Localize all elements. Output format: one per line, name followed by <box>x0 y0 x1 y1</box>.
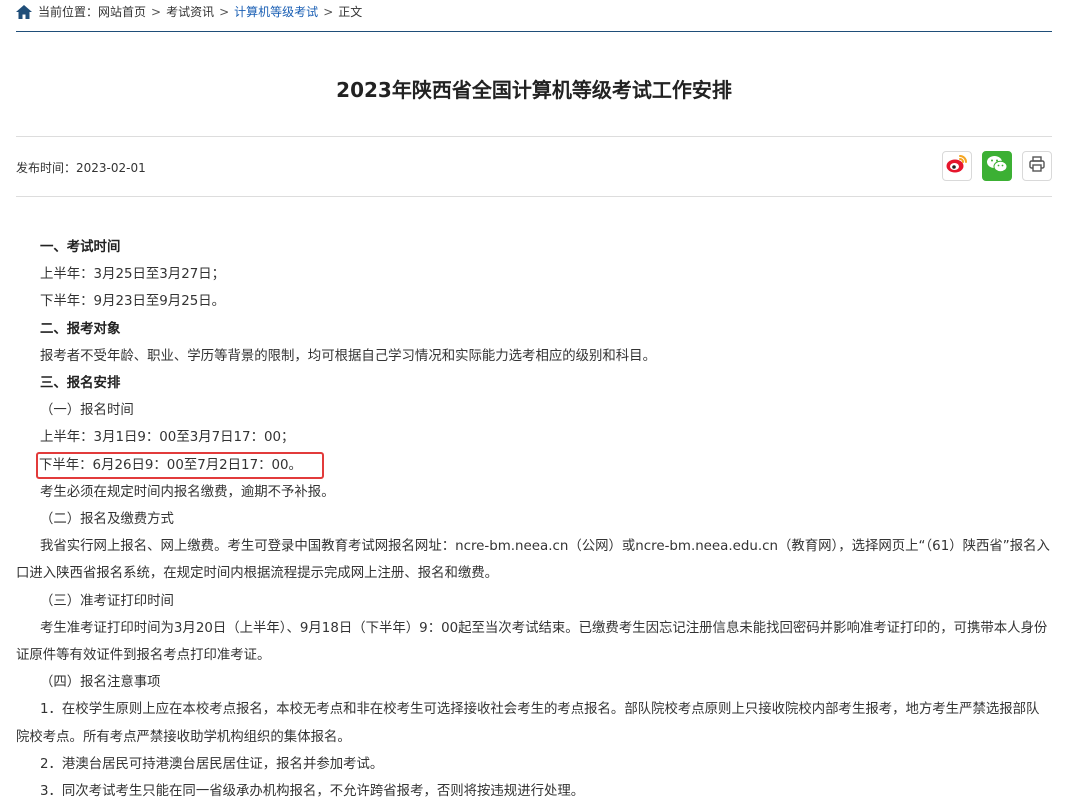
print-icon <box>1028 155 1046 177</box>
highlighted-paragraph: 下半年：6月26日9：00至7月2日17：00。 <box>16 451 1052 479</box>
meta-divider <box>16 196 1052 197</box>
weibo-share-button[interactable] <box>942 151 972 181</box>
paragraph: 考生必须在规定时间内报名缴费，逾期不予补报。 <box>40 484 335 500</box>
breadcrumb-separator: > <box>151 4 162 19</box>
section-heading: 二、报考对象 <box>40 321 121 337</box>
paragraph: 考生准考证打印时间为3月20日（上半年）、9月18日（下半年）9：00起至当次考… <box>16 620 1048 664</box>
subheading: （三）准考证打印时间 <box>40 593 174 609</box>
breadcrumb-separator: > <box>323 4 334 19</box>
subheading: （二）报名及缴费方式 <box>40 512 174 528</box>
article-title: 2023年陕西省全国计算机等级考试工作安排 <box>336 78 732 102</box>
print-button[interactable] <box>1022 151 1052 181</box>
paragraph: 下半年：9月23日至9月25日。 <box>40 294 226 310</box>
wechat-share-button[interactable] <box>982 151 1012 181</box>
paragraph: 上半年：3月25日至3月27日； <box>40 267 226 283</box>
wechat-icon <box>986 154 1008 178</box>
breadcrumb-prefix: 当前位置： <box>38 5 99 19</box>
title-divider <box>16 136 1052 137</box>
subheading: （四）报名注意事项 <box>40 675 161 691</box>
paragraph: 2．港澳台居民可持港澳台居民居住证，报名并参加考试。 <box>40 756 384 772</box>
breadcrumb-separator: > <box>219 4 230 19</box>
article-body: 一、考试时间 上半年：3月25日至3月27日； 下半年：9月23日至9月25日。… <box>16 234 1052 805</box>
paragraph: 报考者不受年龄、职业、学历等背景的限制，均可根据自己学习情况和实际能力选考相应的… <box>40 348 656 364</box>
paragraph: 1．在校学生原则上应在本校考点报名，本校无考点和非在校考生可选择接收社会考生的考… <box>16 702 1040 745</box>
publish-date: 发布时间：2023-02-01 <box>16 161 146 175</box>
share-bar <box>942 151 1052 181</box>
section-heading: 三、报名安排 <box>40 376 121 392</box>
highlight-box: 下半年：6月26日9：00至7月2日17：00。 <box>36 451 324 479</box>
home-icon <box>16 4 32 19</box>
paragraph: 上半年：3月1日9：00至3月7日17：00； <box>40 430 295 446</box>
breadcrumb-news-link[interactable]: 考试资讯 <box>166 3 214 20</box>
weibo-icon <box>946 154 968 178</box>
paragraph: 我省实行网上报名、网上缴费。考生可登录中国教育考试网报名网址：ncre-bm.n… <box>16 539 1050 582</box>
subheading: （一）报名时间 <box>40 403 134 419</box>
breadcrumb-ncre-link[interactable]: 计算机等级考试 <box>234 3 318 20</box>
paragraph: 3．同次考试考生只能在同一省级承办机构报名，不允许跨省报考，否则将按违规进行处理… <box>40 784 585 800</box>
breadcrumb: 当前位置： 网站首页 > 考试资讯 > 计算机等级考试 > 正文 <box>16 0 1052 32</box>
breadcrumb-home-link[interactable]: 网站首页 <box>98 3 146 20</box>
breadcrumb-current: 正文 <box>338 5 363 19</box>
section-heading: 一、考试时间 <box>40 240 121 255</box>
